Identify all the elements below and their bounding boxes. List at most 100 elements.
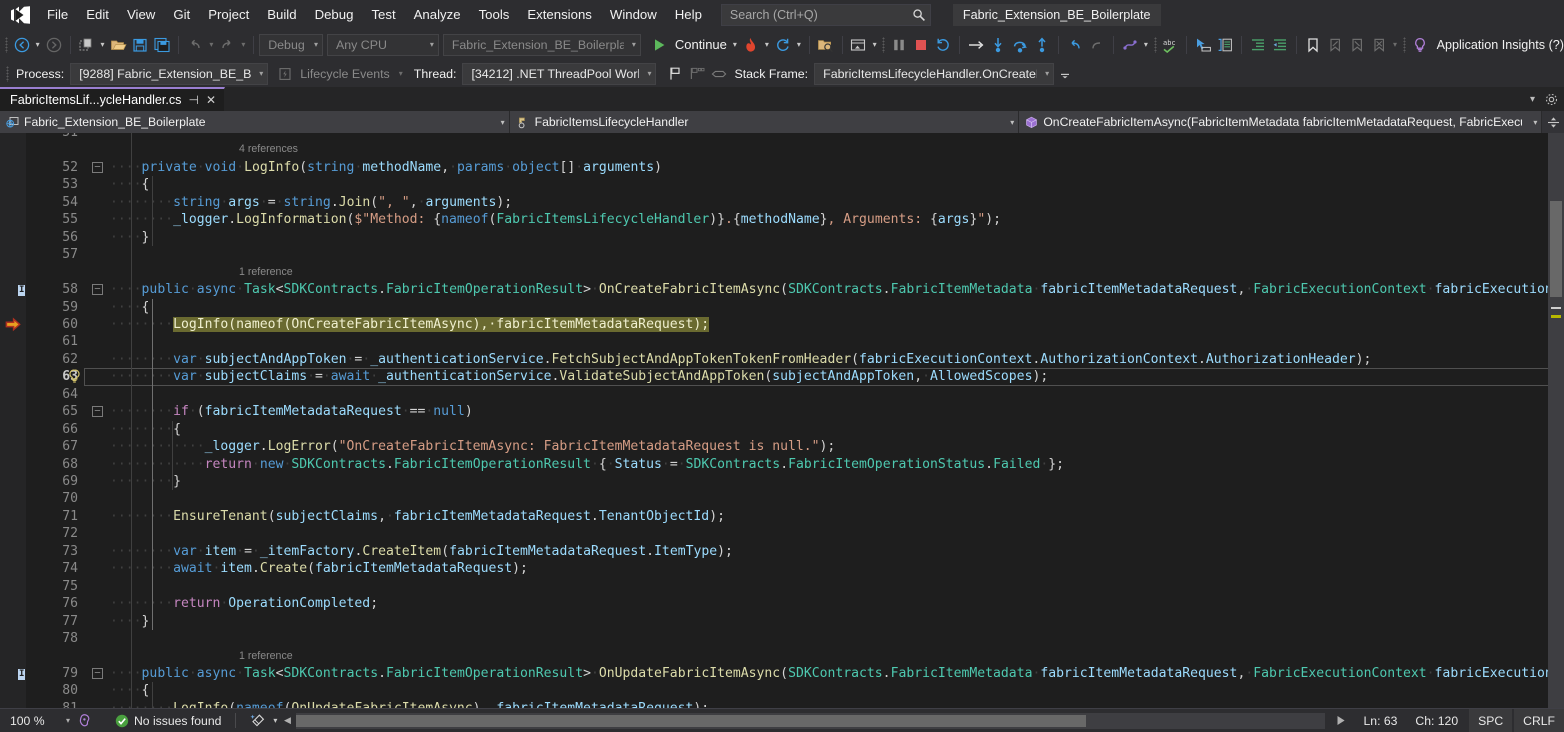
menu-build[interactable]: Build <box>258 2 305 28</box>
code-line[interactable]: ········return·OperationCompleted; <box>110 595 378 612</box>
debugbar-grip[interactable] <box>2 64 12 84</box>
code-line[interactable]: ········var·item·=·_itemFactory.CreateIt… <box>110 543 733 560</box>
issues-status[interactable]: No issues found <box>97 714 225 728</box>
code-line[interactable]: ········await·item.Create(fabricItemMeta… <box>110 560 528 577</box>
step-over-icon[interactable] <box>1009 33 1031 57</box>
redo-icon-2[interactable] <box>1086 33 1108 57</box>
open-file-icon[interactable] <box>107 33 129 57</box>
menu-analyze[interactable]: Analyze <box>405 2 470 28</box>
step-out-icon[interactable] <box>1031 33 1053 57</box>
navbar-member-combo[interactable]: OnCreateFabricItemAsync(FabricItemMetada… <box>1019 111 1542 133</box>
hot-reload-icon[interactable] <box>740 33 762 57</box>
menu-tools[interactable]: Tools <box>470 2 519 28</box>
pointer-icon[interactable] <box>1192 33 1214 57</box>
debugbar-overflow-button[interactable] <box>1054 62 1076 86</box>
code-line[interactable]: ····public·async·Task<SDKContracts.Fabri… <box>110 665 1564 682</box>
restart-icon[interactable] <box>772 33 794 57</box>
code-line[interactable]: ············_logger.LogError("OnCreateFa… <box>110 438 835 455</box>
show-next-statement-icon[interactable] <box>965 33 987 57</box>
code-line[interactable]: ········if·(fabricItemMetadataRequest·==… <box>110 403 473 420</box>
code-editor[interactable]: I↑I↑ 51525354555657585960616263646566676… <box>0 133 1564 708</box>
toggle-bookmark-icon[interactable] <box>1302 33 1324 57</box>
code-cleanup-icon[interactable] <box>246 713 270 728</box>
comment-selection-icon[interactable] <box>1214 33 1236 57</box>
menu-project[interactable]: Project <box>199 2 258 28</box>
new-project-icon[interactable] <box>75 33 97 57</box>
gear-icon[interactable] <box>1545 93 1558 106</box>
navbar-class-combo[interactable]: FabricItemsLifecycleHandler ▾ <box>510 111 1020 133</box>
code-line[interactable]: ····} <box>110 613 149 630</box>
window-layout-icon[interactable] <box>848 33 870 57</box>
tab-list-chevron-icon[interactable]: ▾ <box>1530 94 1535 105</box>
navigate-forward-icon[interactable] <box>43 33 65 57</box>
indent-mode-indicator[interactable]: SPC <box>1469 709 1512 732</box>
vertical-scrollbar[interactable] <box>1548 133 1564 708</box>
decrease-indent-icon[interactable] <box>1269 33 1291 57</box>
code-cleanup-dropdown[interactable]: ▾ <box>270 716 280 725</box>
glyph-margin[interactable]: I↑I↑ <box>0 133 26 708</box>
restart-debugging-icon[interactable] <box>932 33 954 57</box>
menu-test[interactable]: Test <box>362 2 404 28</box>
lightbulb-purple-icon[interactable] <box>1409 33 1431 57</box>
collapse-outline-icon[interactable]: – <box>92 162 103 173</box>
close-icon[interactable]: ✕ <box>206 93 216 107</box>
collapse-outline-icon[interactable]: – <box>92 284 103 295</box>
spell-check-icon[interactable]: abc <box>1159 33 1181 57</box>
undo-icon-2[interactable] <box>1064 33 1086 57</box>
current-statement-arrow-icon[interactable] <box>5 317 22 334</box>
undo-dropdown[interactable]: ▾ <box>206 40 216 49</box>
hot-reload-dropdown[interactable]: ▾ <box>762 40 772 49</box>
code-line[interactable]: ····public·async·Task<SDKContracts.Fabri… <box>110 281 1564 298</box>
code-line[interactable]: ····{ <box>110 299 149 316</box>
break-all-icon[interactable] <box>888 33 910 57</box>
code-line[interactable]: ····{ <box>110 682 149 699</box>
menu-extensions[interactable]: Extensions <box>518 2 601 28</box>
continue-button[interactable]: Continue <box>671 37 730 52</box>
bookmark-overflow[interactable]: ▾ <box>1390 40 1400 49</box>
navigate-back-dropdown[interactable]: ▾ <box>33 40 43 49</box>
startup-project-combo[interactable]: Fabric_Extension_BE_Boilerplate ▾ <box>443 34 641 56</box>
codelens-reference[interactable]: 1 reference <box>239 648 293 665</box>
code-line[interactable]: ········var·subjectAndAppToken·=·_authen… <box>110 351 1371 368</box>
navbar-project-combo[interactable]: Fabric_Extension_BE_Boilerplate ▾ <box>0 111 510 133</box>
platform-combo[interactable]: Any CPU ▾ <box>327 34 439 56</box>
code-line[interactable]: ········string·args·=·string.Join(", ",·… <box>110 194 512 211</box>
code-line[interactable]: ····{ <box>110 176 149 193</box>
analyzer-icon[interactable] <box>74 713 97 728</box>
step-into-icon[interactable] <box>987 33 1009 57</box>
thread-combo[interactable]: [34212] .NET ThreadPool Worker ▾ <box>462 63 656 85</box>
undo-icon[interactable] <box>184 33 206 57</box>
lifecycle-events-icon[interactable] <box>274 62 296 86</box>
stop-debugging-icon[interactable] <box>910 33 932 57</box>
search-input[interactable]: Search (Ctrl+Q) <box>721 4 931 26</box>
menu-help[interactable]: Help <box>666 2 711 28</box>
code-line[interactable]: ········LogInfo(nameof(OnUpdateFabricIte… <box>110 700 709 708</box>
clear-bookmarks-icon[interactable] <box>1368 33 1390 57</box>
codelens-reference[interactable]: 4 references <box>239 141 298 158</box>
redo-dropdown[interactable]: ▾ <box>238 40 248 49</box>
code-line[interactable]: ········{ <box>110 421 181 438</box>
code-line[interactable]: ········LogInfo(nameof(OnCreateFabricIte… <box>110 316 709 333</box>
code-line[interactable]: ············return·new·SDKContracts.Fabr… <box>110 456 1064 473</box>
horizontal-scrollbar[interactable] <box>296 713 1324 729</box>
code-line[interactable]: ········} <box>110 473 181 490</box>
continue-dropdown[interactable]: ▾ <box>730 40 740 49</box>
codelens-reference[interactable]: 1 reference <box>239 264 293 281</box>
menu-window[interactable]: Window <box>601 2 666 28</box>
zoom-level-combo[interactable]: 100 % ▾ <box>4 711 74 731</box>
redo-icon[interactable] <box>216 33 238 57</box>
flag-all-threads-icon[interactable] <box>686 62 708 86</box>
stack-frame-combo[interactable]: FabricItemsLifecycleHandler.OnCreateFab … <box>814 63 1054 85</box>
menu-git[interactable]: Git <box>164 2 199 28</box>
toolbar-grip-3[interactable] <box>1400 35 1409 55</box>
previous-bookmark-icon[interactable] <box>1324 33 1346 57</box>
toolbar-overflow-grip[interactable] <box>880 35 889 55</box>
application-insights-button[interactable]: Application Insights (?) <box>1431 38 1564 52</box>
code-line[interactable]: ········var·subjectClaims·=·await·_authe… <box>110 368 1048 385</box>
intellicode-dropdown[interactable]: ▾ <box>1141 40 1151 49</box>
configuration-combo[interactable]: Debug ▾ <box>259 34 323 56</box>
attach-to-process-icon[interactable] <box>815 33 837 57</box>
hscrollbar-thumb[interactable] <box>296 715 1086 727</box>
process-combo[interactable]: [9288] Fabric_Extension_BE_Boilerp ▾ <box>70 63 268 85</box>
next-bookmark-icon[interactable] <box>1346 33 1368 57</box>
